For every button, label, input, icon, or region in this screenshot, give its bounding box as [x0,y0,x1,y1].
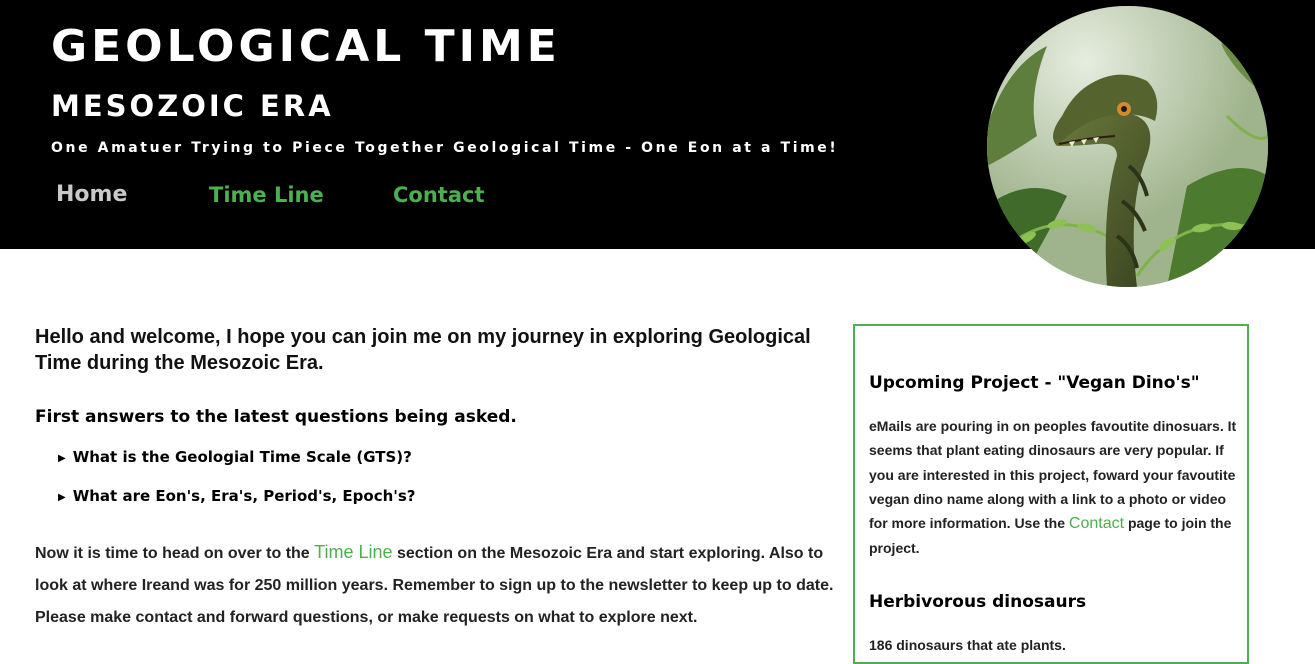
disclosure-triangle-icon: ▶ [58,492,66,503]
herbivorous-heading: Herbivorous dinosaurs [869,592,1087,612]
project-heading: Upcoming Project - "Vegan Dino's" [869,373,1200,393]
nav-link-contact[interactable]: Contact [393,178,485,212]
dinosaur-image [987,6,1268,287]
herbivorous-text: 186 dinosaurs that ate plants. [869,637,1066,653]
nav-link-home[interactable]: Home [56,178,127,212]
timeline-link[interactable]: Time Line [314,542,392,562]
faq-question: What is the Geologial Time Scale (GTS)? [72,448,412,466]
faq-disclosure[interactable]: ▶ What are Eon's, Era's, Period's, Epoch'… [58,486,416,508]
main-nav: Home Time Line Contact [0,178,600,214]
sidebar: Upcoming Project - "Vegan Dino's" eMails… [853,324,1249,664]
section-heading: First answers to the latest questions be… [35,407,517,427]
intro-text: Hello and welcome, I hope you can join m… [35,326,811,374]
body-text-start: Now it is time to head on over to the [35,545,315,562]
site-title: GEOLOGICAL TIME [51,21,561,72]
body-paragraph: Now it is time to head on over to the Ti… [35,536,835,634]
site-tagline: One Amatuer Trying to Piece Together Geo… [51,140,839,156]
faq-question: What are Eon's, Era's, Period's, Epoch's… [72,487,416,505]
faq-disclosure[interactable]: ▶ What is the Geologial Time Scale (GTS)? [58,447,412,469]
site-subtitle: MESOZOIC ERA [51,89,334,123]
main-content: Hello and welcome, I hope you can join m… [35,324,833,626]
disclosure-triangle-icon: ▶ [58,453,66,464]
project-text: eMails are pouring in on peoples favouti… [869,414,1241,561]
nav-link-timeline[interactable]: Time Line [209,178,324,212]
site-header: GEOLOGICAL TIME MESOZOIC ERA One Amatuer… [0,0,1315,287]
contact-link[interactable]: Contact [1069,515,1124,532]
